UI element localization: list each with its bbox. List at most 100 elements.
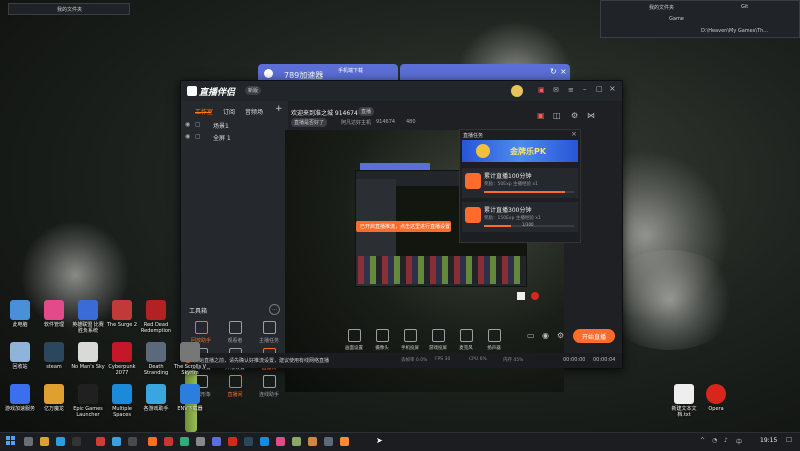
opera-icon-item[interactable]: Opera [698, 384, 734, 412]
text-file-icon-item[interactable]: 新建文本文档.txt [666, 384, 702, 418]
network-icon[interactable]: ◔ [712, 437, 717, 444]
info-tag[interactable]: 直播是否好了 [291, 118, 328, 127]
start-icon[interactable] [6, 436, 16, 446]
live-companion-window[interactable]: 直播伴侣 新版 ▣ ✉ ≡ – □ × 工作室 订阅 音频场 + ◉ ▢ 场景1… [180, 80, 623, 398]
view-icon[interactable]: ◉ [542, 331, 549, 340]
live-badge[interactable]: 直播 [358, 107, 375, 116]
status-metric: 内存 45% [503, 358, 524, 363]
scene-item[interactable]: ◉ ▢ 全屏 1 [185, 133, 283, 142]
avatar[interactable] [511, 85, 523, 97]
desktop-icon[interactable]: Death Stranding [138, 342, 174, 376]
gift-box-icon[interactable]: ▣ [537, 111, 545, 120]
message-icon[interactable]: ✉ [553, 86, 559, 94]
opera-task-icon[interactable] [228, 437, 237, 446]
minimize-icon[interactable]: – [583, 85, 587, 93]
clock[interactable]: 19:15 [760, 437, 777, 444]
task-view-icon[interactable] [24, 437, 33, 446]
notification-icon[interactable]: ☐ [786, 436, 792, 444]
tool-item[interactable]: 观看者 [219, 321, 251, 344]
edge-icon[interactable] [56, 437, 65, 446]
app-icon[interactable] [96, 437, 105, 446]
lock-icon[interactable]: ▢ [195, 121, 201, 128]
version-badge[interactable]: 新版 [245, 86, 262, 95]
desktop-icon[interactable]: ENV下载器 [172, 384, 208, 412]
tool-item[interactable]: 回放助手 [185, 321, 217, 344]
live-companion-task-icon[interactable] [148, 437, 157, 446]
maximize-icon[interactable]: □ [596, 85, 603, 93]
desktop-icon[interactable]: 软件管理 [36, 300, 72, 328]
steam-icon[interactable] [72, 437, 81, 446]
folder-bar[interactable]: 我的文件夹 [8, 3, 130, 15]
app-icon[interactable] [324, 437, 333, 446]
app-icon[interactable] [260, 437, 269, 446]
control-button[interactable]: 游戏投屏 [425, 329, 451, 351]
steam-task-icon[interactable] [244, 437, 253, 446]
explorer-icon[interactable] [40, 437, 49, 446]
desktop-icon[interactable]: 游戏加速服务 [2, 384, 38, 412]
more-icon[interactable]: … [269, 304, 280, 315]
desktop-icon[interactable]: Cyberpunk 2077 [104, 342, 140, 376]
scene-item[interactable]: ◉ ▢ 场景1 [185, 121, 283, 130]
control-button[interactable]: 麦克风 [453, 329, 479, 351]
eye-icon[interactable]: ◉ [185, 121, 190, 128]
close-icon[interactable]: × [609, 84, 616, 93]
desktop-icon[interactable]: 回收站 [2, 342, 38, 370]
explorer-window[interactable]: 我的文件夹 Git Game D:\Heaven\My Games\Th... [600, 0, 800, 38]
desktop-icon[interactable]: The Scrolls V Skyrim [172, 342, 208, 376]
desktop-icon[interactable]: 各游戏助手 [138, 384, 174, 412]
share-icon[interactable]: ◫ [553, 111, 561, 120]
desktop-icon[interactable]: 亿万魔龙 [36, 384, 72, 412]
tab-audio[interactable]: 音频场 [245, 107, 263, 116]
ime-icon[interactable]: 中 [736, 437, 742, 446]
control-button[interactable]: 摄像头 [369, 329, 395, 351]
app-icon[interactable] [180, 437, 189, 446]
task-item[interactable]: 累计直播300分钟 奖励：150Exp 主播经验 x1 1/300 [462, 202, 578, 232]
settings-icon[interactable]: ⚙ [571, 111, 578, 120]
accelerator-badge[interactable]: 手机端下载 [338, 67, 363, 74]
refresh-icon[interactable]: ↻ [550, 67, 557, 76]
app-icon[interactable] [128, 437, 137, 446]
control-label: 手机投屏 [401, 346, 419, 351]
tool-item[interactable]: 连线助手 [253, 375, 285, 398]
settings-gear-icon[interactable]: ⚙ [557, 331, 564, 340]
desktop-icon[interactable]: 英雄联盟 比赛胜负系统 [70, 300, 106, 334]
control-button[interactable]: 扬声器 [481, 329, 507, 351]
desktop-icon-label: 各游戏助手 [143, 406, 169, 412]
tab-subscribe[interactable]: 订阅 [223, 107, 235, 116]
app-icon[interactable] [164, 437, 173, 446]
more-share-icon[interactable]: ⋈ [587, 111, 595, 120]
desktop-icon[interactable]: 此电脑 [2, 300, 38, 328]
accelerator-task-icon[interactable] [212, 437, 221, 446]
desktop-icon[interactable]: Red Dead Redemption [138, 300, 174, 334]
add-scene-icon[interactable]: + [275, 104, 283, 114]
tool-item[interactable]: 主播任务 [253, 321, 285, 344]
task-item[interactable]: 累计直播100分钟 奖励：50Exp 主播经验 x1 [462, 168, 578, 198]
tool-item[interactable]: 直播间 [219, 375, 251, 398]
volume-icon[interactable]: ♪ [724, 437, 728, 444]
control-button[interactable]: 手机投屏 [397, 329, 423, 351]
control-button[interactable]: 画面设置 [341, 329, 367, 351]
hint-tooltip[interactable]: 已开启直播推流，点击这里进行直播设置 [356, 221, 451, 232]
app-icon[interactable] [276, 437, 285, 446]
app-icon[interactable] [292, 437, 301, 446]
lock-icon[interactable]: ▢ [195, 133, 201, 140]
task-popup[interactable]: 直播任务 × 金牌乐PK 累计直播100分钟 奖励：50Exp 主播经验 x1 累计… [459, 129, 581, 243]
desktop-icon[interactable]: No Man's Sky [70, 342, 106, 370]
app-icon[interactable] [308, 437, 317, 446]
app-icon[interactable] [340, 437, 349, 446]
desktop-icon[interactable]: Epic Games Launcher [70, 384, 106, 418]
app-icon[interactable] [112, 437, 121, 446]
desktop-icon[interactable]: steam [36, 342, 72, 370]
task-close-icon[interactable]: × [571, 130, 577, 138]
menu-icon[interactable]: ≡ [568, 86, 574, 94]
desktop-icon[interactable]: Multiple Spaces [104, 384, 140, 418]
start-live-button[interactable]: 开始直播 [573, 329, 615, 343]
eye-icon[interactable]: ◉ [185, 133, 190, 140]
app-icon[interactable] [196, 437, 205, 446]
gift-icon[interactable]: ▣ [538, 86, 545, 94]
layout-icon[interactable]: ▭ [527, 331, 535, 340]
desktop-icon[interactable]: The Surge 2 [104, 300, 140, 328]
close-icon[interactable]: × [560, 67, 567, 76]
tray-arrow-icon[interactable]: ^ [700, 437, 705, 444]
task-banner[interactable]: 金牌乐PK [462, 140, 578, 162]
